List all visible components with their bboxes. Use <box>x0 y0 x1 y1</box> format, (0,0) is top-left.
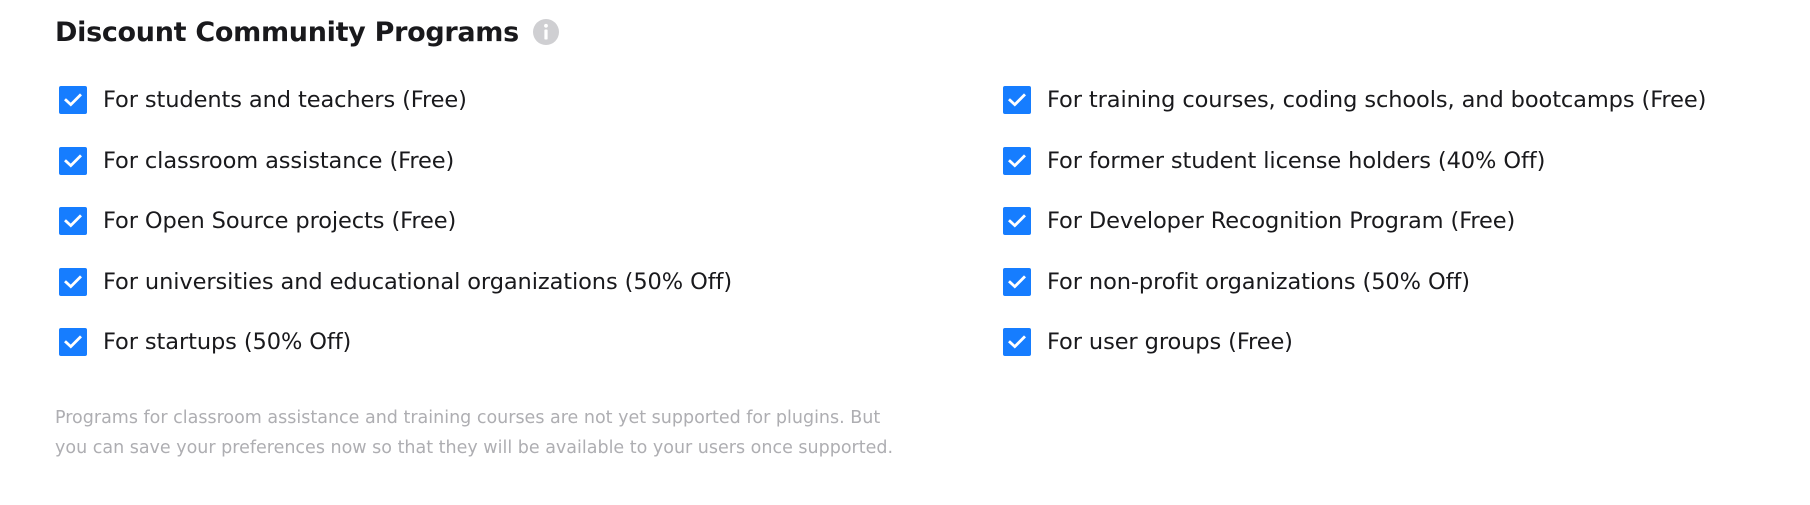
info-circle-icon[interactable] <box>532 18 560 46</box>
program-item[interactable]: For classroom assistance (Free) <box>59 146 732 208</box>
program-item[interactable]: For user groups (Free) <box>1003 328 1706 389</box>
program-label: For students and teachers (Free) <box>103 87 467 113</box>
programs-column-right: For training courses, coding schools, an… <box>1003 86 1706 389</box>
note-line-2: you can save your preferences now so tha… <box>55 438 894 458</box>
program-item[interactable]: For non-profit organizations (50% Off) <box>1003 267 1706 329</box>
checkmark-icon <box>64 93 82 107</box>
note-line-1: Programs for classroom assistance and tr… <box>55 408 881 428</box>
checkmark-icon <box>64 214 82 228</box>
program-label: For universities and educational organiz… <box>103 268 733 295</box>
program-label: For training courses, coding schools, an… <box>1047 87 1707 113</box>
program-label: For user groups (Free) <box>1047 329 1293 355</box>
program-item[interactable]: For universities and educational organiz… <box>59 267 733 329</box>
program-label: For Open Source projects (Free) <box>103 208 457 234</box>
checkbox-former-students[interactable] <box>1003 146 1031 175</box>
program-item[interactable]: For students and teachers (Free) <box>59 86 732 147</box>
program-item[interactable]: For Developer Recognition Program (Free) <box>1003 207 1706 268</box>
checkbox-universities[interactable] <box>59 267 87 296</box>
checkmark-icon <box>1008 93 1026 107</box>
program-label: For Developer Recognition Program (Free) <box>1047 208 1516 234</box>
checkbox-startups[interactable] <box>59 328 87 356</box>
checkbox-non-profit[interactable] <box>1003 267 1031 296</box>
checkmark-icon <box>1008 153 1026 168</box>
program-item[interactable]: For Open Source projects (Free) <box>59 207 732 268</box>
checkmark-icon <box>64 335 82 349</box>
programs-column-left: For students and teachers (Free) For cla… <box>59 86 732 389</box>
checkbox-open-source[interactable] <box>59 207 87 235</box>
checkmark-icon <box>1008 274 1026 289</box>
checkmark-icon <box>1008 335 1026 349</box>
checkmark-icon <box>1008 214 1026 228</box>
checkbox-training-courses[interactable] <box>1003 86 1031 114</box>
checkbox-user-groups[interactable] <box>1003 328 1031 356</box>
program-item[interactable]: For startups (50% Off) <box>59 328 732 389</box>
program-item[interactable]: For former student license holders (40% … <box>1003 146 1706 208</box>
program-label: For startups (50% Off) <box>103 329 352 355</box>
program-item[interactable]: For training courses, coding schools, an… <box>1003 86 1706 147</box>
checkbox-students-teachers[interactable] <box>59 86 87 114</box>
program-label: For non-profit organizations (50% Off) <box>1047 268 1470 295</box>
checkmark-icon <box>64 153 82 168</box>
checkmark-icon <box>64 274 82 289</box>
section-header: Discount Community Programs <box>55 14 560 50</box>
plugin-support-note: Programs for classroom assistance and tr… <box>55 403 955 463</box>
program-label: For classroom assistance (Free) <box>103 147 455 174</box>
checkbox-classroom-assistance[interactable] <box>59 146 87 175</box>
section-title: Discount Community Programs <box>55 16 519 48</box>
checkbox-developer-recognition[interactable] <box>1003 207 1031 235</box>
program-label: For former student license holders (40% … <box>1047 147 1546 174</box>
